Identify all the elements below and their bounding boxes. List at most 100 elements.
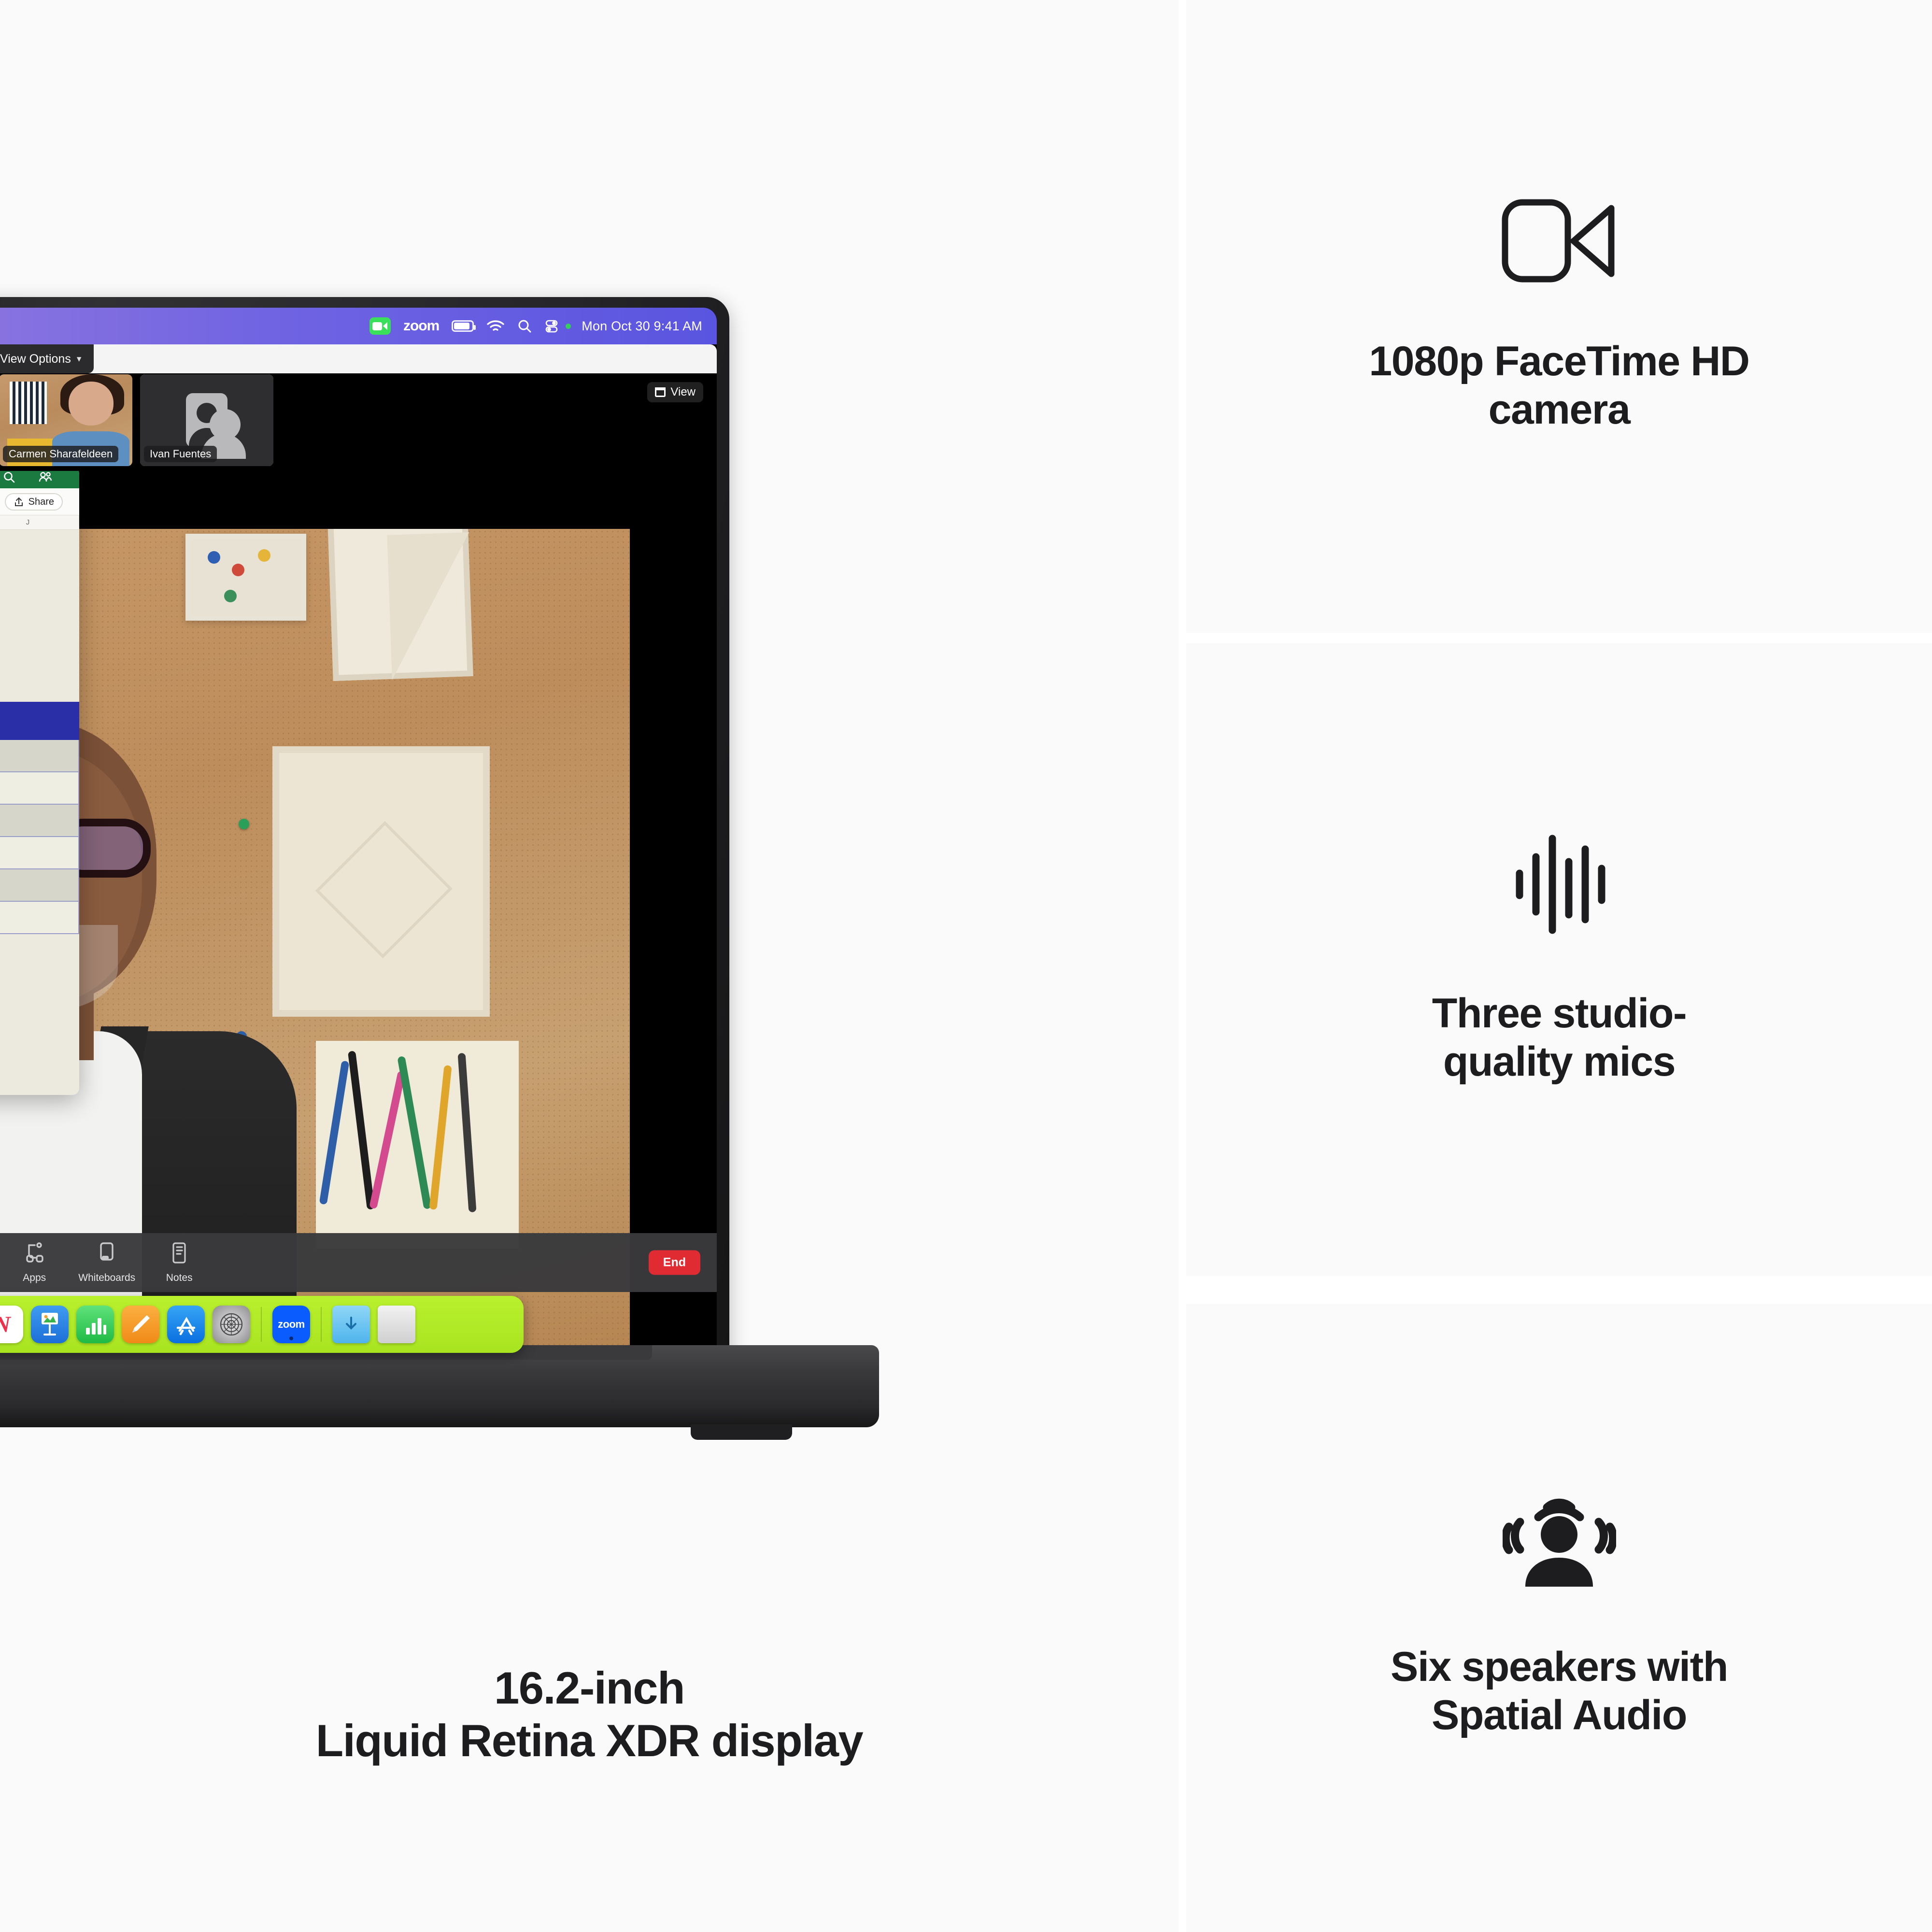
- trash-icon[interactable]: [378, 1306, 415, 1343]
- chevron-down-icon: ▾: [76, 354, 82, 364]
- menubar-zoom-label[interactable]: zoom: [403, 318, 440, 334]
- svg-text:N: N: [0, 1312, 12, 1337]
- downloads-folder-icon[interactable]: [332, 1306, 370, 1343]
- cell-cost-savings: 838: [0, 836, 79, 869]
- laptop-base: [0, 1345, 879, 1440]
- spreadsheet-column-headers: G H I J: [0, 515, 79, 530]
- spatial-audio-caption: Six speakers with Spatial Audio: [1391, 1643, 1728, 1740]
- table-row: 2706 676: [0, 771, 79, 805]
- facetime-camera-caption: 1080p FaceTime HD camera: [1369, 338, 1750, 434]
- facetime-camera-tile: 1080p FaceTime HD camera: [1186, 0, 1932, 633]
- laptop-lid: zoom Mon Oct 30 9:41 AM View Options ▾ C…: [0, 297, 729, 1398]
- table-header-row: Projected Reduction (Tons) Cost Savings …: [0, 702, 79, 740]
- menubar-clock[interactable]: Mon Oct 30 9:41 AM: [582, 319, 702, 334]
- feature-tiles-panel: 1080p FaceTime HD camera Three studio- q…: [1186, 0, 1932, 1932]
- battery-icon[interactable]: [452, 320, 476, 332]
- view-options-button[interactable]: View Options ▾: [0, 344, 94, 373]
- laptop-screen-bezel: zoom Mon Oct 30 9:41 AM View Options ▾ C…: [0, 308, 717, 1364]
- whiteboards-button[interactable]: Whiteboards: [71, 1241, 143, 1284]
- wifi-icon[interactable]: [486, 319, 505, 333]
- display-caption: 16.2-inch Liquid Retina XDR display: [0, 1662, 1179, 1767]
- apps-button[interactable]: Apps: [0, 1241, 71, 1284]
- wall-art-frame: [327, 529, 473, 681]
- table-row: 8 3562 891: [0, 900, 79, 934]
- zoom-meeting-window: u are viewing Ivan Fuentes's screen View…: [0, 344, 717, 1364]
- laptop-screen: zoom Mon Oct 30 9:41 AM View Options ▾ C…: [0, 308, 717, 1364]
- macbook-pro-illustration: zoom Mon Oct 30 9:41 AM View Options ▾ C…: [0, 297, 966, 1440]
- notes-icon: [169, 1241, 189, 1268]
- app-store-icon[interactable]: [167, 1306, 205, 1343]
- wall-art-dots: [185, 534, 306, 621]
- macos-menu-bar: zoom Mon Oct 30 9:41 AM: [0, 308, 717, 344]
- macos-dock: tv N: [0, 1296, 524, 1353]
- studio-mics-caption-line1: Three studio-: [1432, 990, 1687, 1037]
- dock-divider: [261, 1307, 262, 1342]
- apps-icon: [23, 1241, 45, 1268]
- studio-mics-tile: Three studio- quality mics: [1186, 643, 1932, 1276]
- spreadsheet-toolbar: Comments Share: [0, 488, 79, 515]
- studio-mics-caption: Three studio- quality mics: [1432, 990, 1687, 1086]
- spatial-audio-caption-line1: Six speakers with: [1390, 1643, 1728, 1690]
- display-caption-line1: 16.2-inch: [494, 1662, 685, 1713]
- collaborators-icon[interactable]: [39, 471, 52, 483]
- whiteboards-label: Whiteboards: [78, 1272, 136, 1283]
- search-icon[interactable]: [3, 471, 15, 483]
- audio-waveform-icon: [1511, 834, 1607, 938]
- cell-cost-savings: 786: [0, 739, 79, 772]
- zoom-camera-icon[interactable]: [369, 317, 391, 335]
- table-row: 0 3300 825: [0, 868, 79, 902]
- shared-screen-stage: Comments Share: [0, 471, 717, 1364]
- participant-name: Ivan Fuentes: [144, 446, 217, 462]
- participant-thumbnail-active[interactable]: Ivan Fuentes: [140, 374, 273, 466]
- spatial-audio-person-icon: [1501, 1497, 1617, 1591]
- view-layout-button[interactable]: View: [647, 382, 703, 402]
- pages-icon[interactable]: [122, 1306, 159, 1343]
- notes-button[interactable]: Notes: [143, 1241, 215, 1284]
- column-header[interactable]: J: [0, 515, 79, 529]
- spatial-audio-caption-line2: Spatial Audio: [1431, 1691, 1687, 1738]
- cell-cost-savings: 891: [0, 900, 79, 934]
- dock-divider: [321, 1307, 322, 1342]
- facetime-camera-icon: [1501, 199, 1617, 285]
- facetime-camera-caption-line1: 1080p FaceTime HD: [1369, 338, 1750, 385]
- cell-cost-savings: 676: [0, 771, 79, 805]
- end-meeting-button[interactable]: End: [648, 1250, 700, 1275]
- table-header-cost-savings: Cost Savings (USD): [0, 702, 79, 740]
- zoom-app-icon[interactable]: zoom: [272, 1306, 310, 1343]
- view-options-label: View Options: [0, 352, 71, 366]
- whiteboards-icon: [96, 1241, 117, 1268]
- spatial-audio-tile: Six speakers with Spatial Audio: [1186, 1304, 1932, 1932]
- spreadsheet-title-bar: [0, 471, 79, 488]
- grid-view-icon: [655, 387, 666, 397]
- search-icon[interactable]: [517, 319, 532, 333]
- notes-label: Notes: [166, 1272, 193, 1283]
- cell-cost-savings: 720: [0, 803, 79, 837]
- keynote-icon[interactable]: [31, 1306, 69, 1343]
- zoom-meeting-toolbar: Share Screen ^ Summary: [0, 1233, 717, 1292]
- apps-label: Apps: [23, 1272, 46, 1283]
- participant-name: Carmen Sharafeldeen: [3, 446, 119, 462]
- display-feature-panel: zoom Mon Oct 30 9:41 AM View Options ▾ C…: [0, 0, 1179, 1932]
- facetime-camera-caption-line2: camera: [1488, 386, 1631, 433]
- share-label: Share: [28, 496, 54, 507]
- table-row: 8 2881 720: [0, 803, 79, 837]
- news-icon[interactable]: N: [0, 1306, 23, 1343]
- numbers-icon[interactable]: [76, 1306, 114, 1343]
- spreadsheet-body: y your fin Projected Reduction: [0, 530, 79, 1095]
- control-center-icon[interactable]: [544, 319, 559, 333]
- wall-art-brushstrokes: [316, 1041, 519, 1249]
- zoom-app-label: zoom: [278, 1318, 305, 1330]
- cell-cost-savings: 825: [0, 868, 79, 902]
- participant-thumbnail-strip: David Beau Carmen Sharafeldeen Ivan Fuen…: [0, 374, 273, 466]
- table-row: 4 3352 838: [0, 836, 79, 869]
- shared-spreadsheet-window: Comments Share: [0, 471, 79, 1095]
- participant-thumbnail[interactable]: Carmen Sharafeldeen: [0, 374, 132, 466]
- emissions-data-table: Projected Reduction (Tons) Cost Savings …: [0, 702, 79, 934]
- system-settings-icon[interactable]: [213, 1306, 250, 1343]
- recording-indicator-dot: [566, 323, 571, 329]
- share-button[interactable]: Share: [4, 493, 63, 511]
- display-caption-line2: Liquid Retina XDR display: [315, 1715, 864, 1766]
- view-pill-label: View: [670, 385, 696, 398]
- screen-share-top-bar: [0, 344, 717, 373]
- studio-mics-caption-line2: quality mics: [1443, 1038, 1676, 1085]
